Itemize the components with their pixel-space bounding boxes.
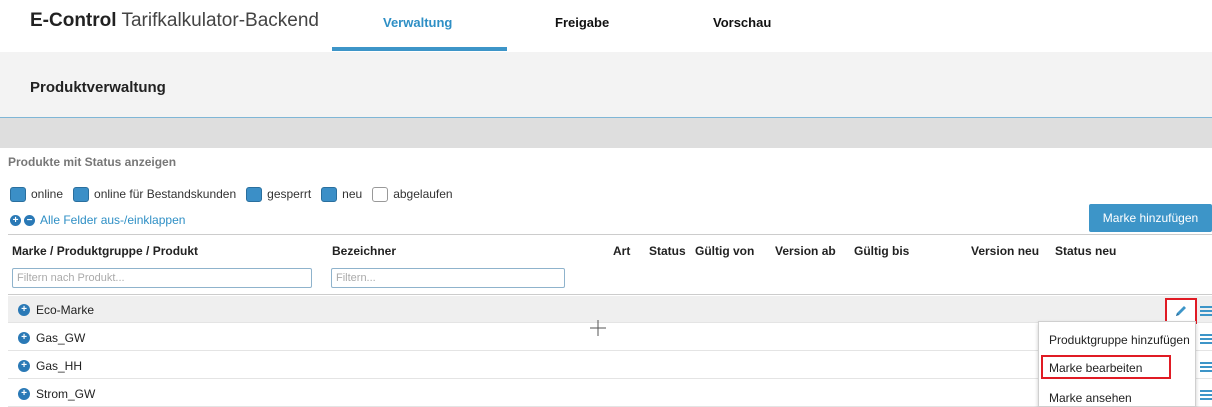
page-header: Produktverwaltung [0, 52, 1212, 118]
identifier-filter-input[interactable] [331, 268, 565, 288]
table-row[interactable]: + Eco-Marke [8, 296, 1212, 323]
checkbox-online[interactable]: online [10, 186, 64, 202]
checkbox-label: abgelaufen [393, 187, 453, 201]
column-header-art[interactable]: Art [613, 244, 630, 258]
active-tab-indicator [332, 47, 507, 51]
tab-verwaltung[interactable]: Verwaltung [383, 15, 452, 30]
checkbox-label: gesperrt [267, 187, 312, 201]
column-header-version-ab[interactable]: Version ab [775, 244, 836, 258]
checkbox-box[interactable] [321, 186, 338, 202]
column-header-gueltig-bis[interactable]: Gültig bis [854, 244, 909, 258]
checkbox-neu[interactable]: neu [321, 186, 363, 202]
expand-collapse-link[interactable]: Alle Felder aus-/einklappen [40, 213, 185, 227]
expand-collapse-all[interactable]: + − Alle Felder aus-/einklappen [10, 213, 185, 227]
add-brand-button[interactable]: Marke hinzufügen [1089, 204, 1212, 232]
status-filter-label: Produkte mit Status anzeigen [8, 155, 177, 169]
app-title-bold: E-Control [30, 10, 117, 31]
minus-circle-icon[interactable]: − [24, 214, 35, 226]
product-filter-input[interactable] [12, 268, 312, 288]
page-title: Produktverwaltung [30, 79, 166, 96]
expand-plus-icon[interactable]: + [18, 304, 30, 316]
tab-freigabe[interactable]: Freigabe [555, 15, 609, 30]
menu-item-view-brand[interactable]: Marke ansehen [1049, 391, 1132, 405]
row-menu-icon[interactable] [1200, 390, 1212, 400]
column-header-produkt[interactable]: Marke / Produktgruppe / Produkt [12, 244, 198, 258]
checkbox-label: online für Bestandskunden [94, 187, 237, 201]
column-header-status-neu[interactable]: Status neu [1055, 244, 1116, 258]
table-row[interactable]: + Gas_GW [8, 324, 1212, 351]
table-row[interactable]: + Strom_GW [8, 380, 1212, 407]
menu-item-add-product-group[interactable]: Produktgruppe hinzufügen [1049, 333, 1190, 347]
tab-vorschau[interactable]: Vorschau [713, 15, 771, 30]
checkbox-box[interactable] [10, 186, 26, 202]
row-label[interactable]: + Gas_HH [18, 359, 82, 373]
column-header-version-neu[interactable]: Version neu [971, 244, 1039, 258]
row-menu-icon[interactable] [1200, 334, 1212, 344]
app-title-rest: Tarifkalkulator-Backend [121, 10, 319, 31]
top-navbar: E-Control Tarifkalkulator-Backend Verwal… [0, 0, 1212, 52]
checkbox-box[interactable] [372, 186, 389, 202]
expand-plus-icon[interactable]: + [18, 332, 30, 344]
row-label[interactable]: + Gas_GW [18, 331, 85, 345]
plus-circle-icon[interactable]: + [10, 214, 21, 226]
expand-plus-icon[interactable]: + [18, 360, 30, 372]
row-context-menu: Produktgruppe hinzufügen Marke bearbeite… [1038, 321, 1196, 407]
column-header-bezeichner[interactable]: Bezeichner [332, 244, 396, 258]
row-name: Eco-Marke [36, 303, 95, 317]
menu-item-edit-brand[interactable]: Marke bearbeiten [1049, 361, 1142, 375]
crosshair-cursor-icon [590, 320, 606, 336]
app-title: E-Control Tarifkalkulator-Backend [30, 10, 319, 32]
checkbox-label: neu [342, 187, 363, 201]
row-name: Strom_GW [36, 387, 96, 401]
divider [8, 294, 1212, 295]
row-menu-icon[interactable] [1200, 362, 1212, 372]
column-header-status[interactable]: Status [649, 244, 686, 258]
checkbox-box[interactable] [246, 186, 263, 202]
toolbar-band [0, 118, 1212, 148]
status-checkbox-group: online online für Bestandskunden gesperr… [10, 186, 463, 202]
checkbox-label: online [31, 187, 64, 201]
table-row[interactable]: + Gas_HH [8, 352, 1212, 379]
pencil-icon[interactable] [1174, 304, 1188, 318]
row-menu-icon[interactable] [1200, 306, 1212, 316]
expand-plus-icon[interactable]: + [18, 388, 30, 400]
row-label[interactable]: + Eco-Marke [18, 303, 94, 317]
checkbox-online-bestandskunden[interactable]: online für Bestandskunden [73, 186, 237, 202]
checkbox-gesperrt[interactable]: gesperrt [246, 186, 312, 202]
row-name: Gas_HH [36, 359, 83, 373]
checkbox-box[interactable] [73, 186, 90, 202]
divider [8, 234, 1212, 235]
column-header-gueltig-von[interactable]: Gültig von [695, 244, 754, 258]
checkbox-abgelaufen[interactable]: abgelaufen [372, 186, 453, 202]
row-name: Gas_GW [36, 331, 86, 345]
row-label[interactable]: + Strom_GW [18, 387, 95, 401]
